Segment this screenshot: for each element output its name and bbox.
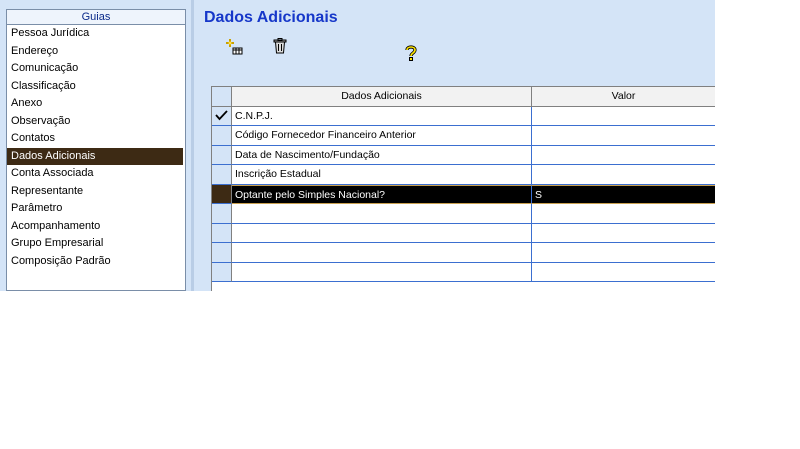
row-value-cell[interactable] — [532, 263, 715, 282]
row-value-cell[interactable]: S — [532, 184, 715, 204]
column-header-dados-adicionais[interactable]: Dados Adicionais — [232, 87, 532, 107]
table-row[interactable]: C.N.P.J. — [212, 106, 715, 126]
content-panel: Dados Adicionais Dados Adicionais Valor … — [194, 0, 715, 291]
row-name-cell[interactable] — [232, 243, 532, 263]
guide-item-acompanhamento[interactable]: Acompanhamento — [7, 218, 185, 236]
guide-item-dados-adicionais[interactable]: Dados Adicionais — [7, 147, 183, 165]
column-header-valor[interactable]: Valor — [532, 87, 715, 107]
guides-header: Guias — [7, 10, 185, 25]
row-indicator[interactable] — [212, 126, 232, 146]
row-indicator[interactable] — [212, 243, 232, 263]
row-value-cell[interactable] — [532, 126, 715, 146]
guide-item-comunicacao[interactable]: Comunicação — [7, 60, 185, 78]
table-row[interactable] — [212, 262, 715, 282]
guide-item-conta-associada[interactable]: Conta Associada — [7, 165, 185, 183]
row-indicator[interactable] — [212, 184, 232, 204]
table-row[interactable]: Inscrição Estadual — [212, 165, 715, 185]
table-row[interactable] — [212, 223, 715, 243]
row-value-cell[interactable] — [532, 165, 715, 185]
table-row[interactable] — [212, 243, 715, 263]
page-title: Dados Adicionais — [204, 9, 338, 26]
row-value-cell[interactable] — [532, 146, 715, 165]
row-value-cell[interactable] — [532, 243, 715, 263]
row-value-cell[interactable] — [532, 204, 715, 224]
add-record-button[interactable] — [224, 37, 244, 57]
row-indicator[interactable] — [212, 262, 232, 282]
header-indicator-cell — [212, 87, 232, 107]
guide-item-pessoa-juridica[interactable]: Pessoa Jurídica — [7, 25, 185, 43]
row-value-cell[interactable] — [532, 224, 715, 243]
guides-panel: Guias Pessoa Jurídica Endereço Comunicaç… — [0, 0, 191, 291]
delete-record-button[interactable] — [270, 36, 290, 56]
row-indicator[interactable] — [212, 223, 232, 243]
guide-item-endereco[interactable]: Endereço — [7, 43, 185, 61]
help-button[interactable] — [401, 43, 421, 63]
table-row[interactable]: Data de Nascimento/Fundação — [212, 145, 715, 165]
trash-icon — [273, 38, 287, 54]
row-indicator[interactable] — [212, 165, 232, 185]
add-record-icon — [226, 39, 243, 55]
guide-item-representante[interactable]: Representante — [7, 183, 185, 201]
row-name-cell[interactable] — [232, 262, 532, 282]
row-name-cell[interactable] — [232, 223, 532, 243]
row-value-cell[interactable] — [532, 107, 715, 126]
checkmark-icon — [215, 110, 228, 121]
guide-item-classificacao[interactable]: Classificação — [7, 78, 185, 96]
row-name-cell[interactable]: Código Fornecedor Financeiro Anterior — [232, 126, 532, 146]
row-name-cell[interactable] — [232, 204, 532, 224]
guides-box: Guias Pessoa Jurídica Endereço Comunicaç… — [6, 9, 186, 291]
guides-list: Pessoa Jurídica Endereço Comunicação Cla… — [7, 25, 185, 270]
table-row[interactable] — [212, 204, 715, 224]
row-name-cell[interactable]: Data de Nascimento/Fundação — [232, 145, 532, 165]
row-name-cell[interactable]: Inscrição Estadual — [232, 165, 532, 185]
grid-header-row: Dados Adicionais Valor — [212, 87, 715, 107]
table-row-selected[interactable]: Optante pelo Simples Nacional? S — [212, 184, 715, 204]
row-name-cell[interactable]: Optante pelo Simples Nacional? — [232, 184, 532, 204]
guide-item-composicao-padrao[interactable]: Composição Padrão — [7, 253, 185, 271]
row-indicator[interactable] — [212, 106, 232, 126]
row-indicator[interactable] — [212, 145, 232, 165]
help-key-icon — [405, 45, 417, 61]
guide-item-grupo-empresarial[interactable]: Grupo Empresarial — [7, 235, 185, 253]
guide-item-parametro[interactable]: Parâmetro — [7, 200, 185, 218]
table-row[interactable]: Código Fornecedor Financeiro Anterior — [212, 126, 715, 146]
guide-item-contatos[interactable]: Contatos — [7, 130, 185, 148]
row-indicator[interactable] — [212, 204, 232, 224]
guide-item-observacao[interactable]: Observação — [7, 113, 185, 131]
row-name-cell[interactable]: C.N.P.J. — [232, 106, 532, 126]
additional-data-grid: Dados Adicionais Valor C.N.P.J. Código F… — [211, 86, 715, 291]
guide-item-anexo[interactable]: Anexo — [7, 95, 185, 113]
